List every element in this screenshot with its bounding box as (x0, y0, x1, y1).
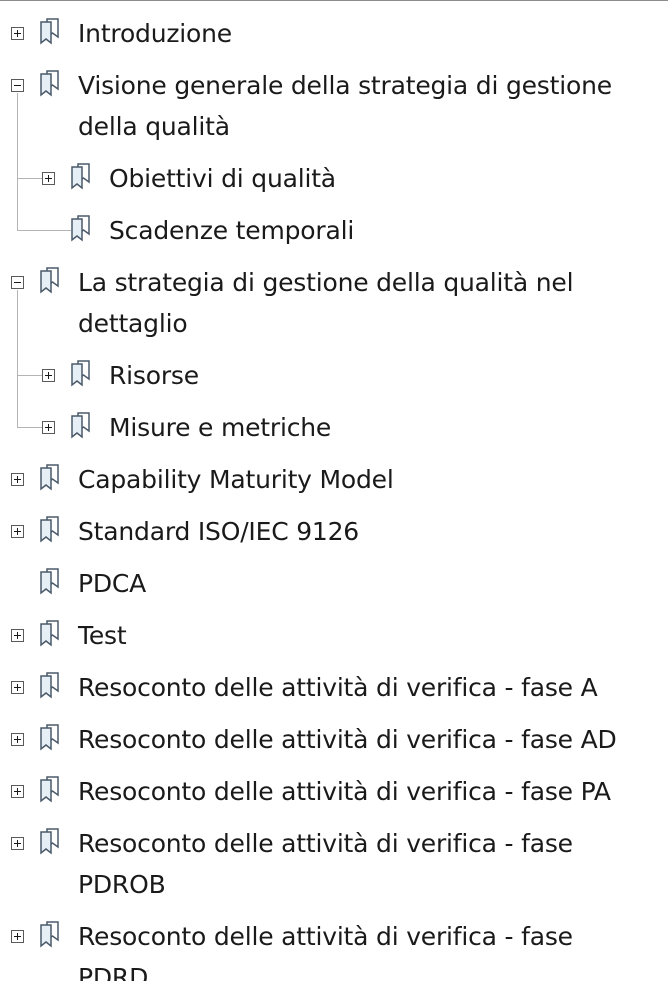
tree-item[interactable]: Risorse (0, 355, 668, 396)
tree-item[interactable]: Resoconto delle attività di verifica - f… (0, 771, 668, 812)
plus-box-icon[interactable] (11, 473, 24, 486)
tree-item-label: Test (78, 621, 127, 650)
tree-item[interactable]: Test (0, 615, 668, 656)
bookmark-tree: Introduzione Visione generale della strat… (0, 0, 668, 981)
bookmark-icon (38, 567, 60, 595)
plus-box-icon[interactable] (11, 930, 24, 943)
tree-item-label: PDCA (78, 569, 147, 598)
minus-box-icon[interactable] (11, 79, 24, 92)
tree-item-label: Resoconto delle attività di verifica - f… (78, 725, 617, 754)
tree-item[interactable]: Resoconto delle attività di verifica - f… (0, 823, 668, 905)
tree-item-label: Resoconto delle attività di verifica - f… (78, 673, 598, 702)
tree-connector-line (17, 427, 42, 428)
tree-connector-line (17, 230, 71, 231)
plus-box-icon[interactable] (11, 785, 24, 798)
tree-item[interactable]: Resoconto delle attività di verifica - f… (0, 667, 668, 708)
tree-connector-line (17, 178, 42, 179)
tree-item-label: PDRD (78, 963, 149, 981)
tree-item-label: Resoconto delle attività di verifica - f… (78, 777, 611, 806)
tree-item[interactable]: PDCA (0, 563, 668, 604)
tree-item-label: Introduzione (78, 19, 232, 48)
tree-item[interactable]: Resoconto delle attività di verifica - f… (0, 719, 668, 760)
plus-box-icon[interactable] (42, 421, 55, 434)
tree-item-label: Resoconto delle attività di verifica - f… (78, 922, 573, 951)
tree-item[interactable]: Standard ISO/IEC 9126 (0, 511, 668, 552)
bookmark-icon (69, 359, 91, 387)
tree-item[interactable]: Introduzione (0, 13, 668, 54)
tree-item-label: Misure e metriche (109, 413, 332, 442)
bookmark-icon (38, 619, 60, 647)
plus-box-icon[interactable] (11, 733, 24, 746)
plus-box-icon[interactable] (42, 172, 55, 185)
tree-item[interactable]: La strategia di gestione della qualità n… (0, 262, 668, 344)
bookmark-icon (38, 723, 60, 751)
tree-item[interactable]: Resoconto delle attività di verifica - f… (0, 916, 668, 981)
bookmark-icon (38, 463, 60, 491)
tree-item-label: Resoconto delle attività di verifica - f… (78, 829, 573, 858)
tree-item-label: dettaglio (78, 309, 188, 338)
tree-item-label: Obiettivi di qualità (109, 164, 336, 193)
bookmark-icon (38, 775, 60, 803)
tree-item-label: PDROB (78, 870, 166, 899)
tree-item-label: Standard ISO/IEC 9126 (78, 517, 360, 546)
plus-box-icon[interactable] (11, 525, 24, 538)
plus-box-icon[interactable] (42, 369, 55, 382)
tree-item-label: Visione generale della strategia di gest… (78, 71, 612, 100)
plus-box-icon[interactable] (11, 681, 24, 694)
tree-item[interactable]: Visione generale della strategia di gest… (0, 65, 668, 147)
tree-item[interactable]: Capability Maturity Model (0, 459, 668, 500)
tree-item-label: Risorse (109, 361, 199, 390)
bookmark-icon (38, 920, 60, 948)
plus-box-icon[interactable] (11, 27, 24, 40)
bookmark-icon (38, 69, 60, 97)
tree-item[interactable]: Scadenze temporali (0, 210, 668, 251)
tree-connector-line (17, 290, 18, 427)
plus-box-icon[interactable] (11, 629, 24, 642)
tree-connector-line (17, 375, 42, 376)
bookmark-icon (38, 671, 60, 699)
bookmark-icon (69, 411, 91, 439)
bookmark-icon (38, 515, 60, 543)
bookmark-icon (69, 162, 91, 190)
tree-item[interactable]: Obiettivi di qualità (0, 158, 668, 199)
tree-connector-line (17, 93, 18, 230)
bookmark-icon (69, 214, 91, 242)
tree-item-label: Capability Maturity Model (78, 465, 394, 494)
bookmark-icon (38, 17, 60, 45)
tree-item[interactable]: Misure e metriche (0, 407, 668, 448)
tree-item-label: della qualità (78, 112, 230, 141)
tree-item-label: Scadenze temporali (109, 216, 355, 245)
plus-box-icon[interactable] (11, 837, 24, 850)
bookmark-icon (38, 266, 60, 294)
minus-box-icon[interactable] (11, 276, 24, 289)
tree-item-label: La strategia di gestione della qualità n… (78, 268, 574, 297)
bookmark-icon (38, 827, 60, 855)
